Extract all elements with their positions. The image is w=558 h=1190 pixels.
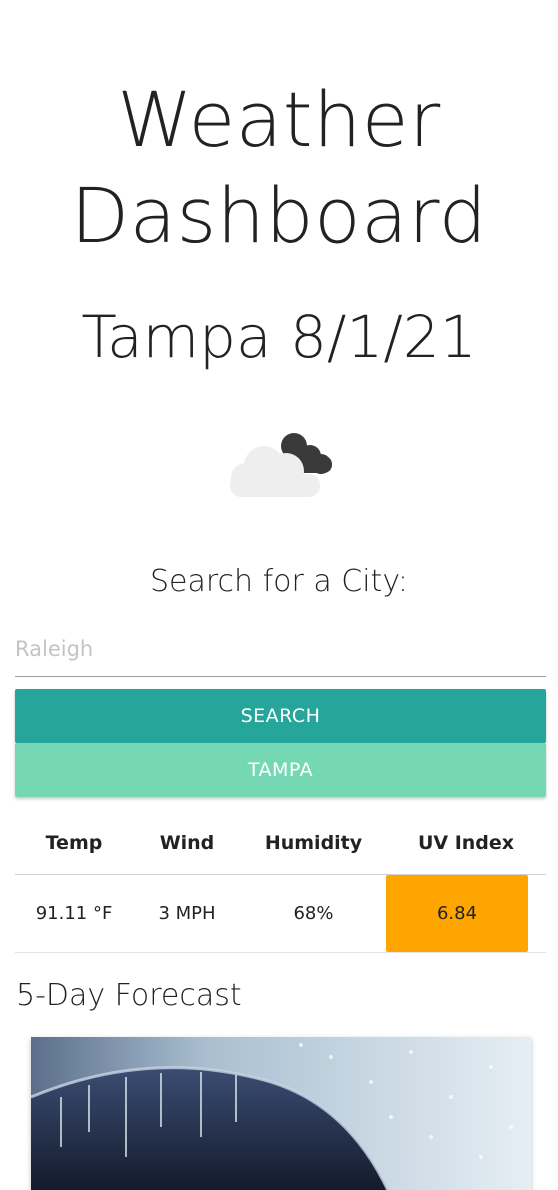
uv-index-cell: 6.84 xyxy=(386,874,546,953)
table-row: 91.11 °F 3 MPH 68% 6.84 xyxy=(15,874,546,953)
temp-header: Temp xyxy=(15,812,133,875)
humidity-value: 68% xyxy=(241,874,386,953)
weather-dashboard-page: Weather Dashboard Tampa 8/1/21 Search fo… xyxy=(0,0,558,1190)
forecast-card xyxy=(31,1037,531,1190)
uv-index-value: 6.84 xyxy=(436,902,478,924)
uv-index-badge: 6.84 xyxy=(386,874,528,952)
search-button[interactable]: SEARCH xyxy=(15,689,546,743)
forecast-heading: 5-Day Forecast xyxy=(16,978,242,1013)
city-search-input[interactable] xyxy=(15,622,546,677)
current-weather-table: Temp Wind Humidity UV Index 91.11 °F 3 M… xyxy=(15,812,546,953)
table-header-row: Temp Wind Humidity UV Index xyxy=(15,812,546,875)
temp-value: 91.11 °F xyxy=(15,874,133,953)
title-line-2: Dashboard xyxy=(70,171,488,260)
humidity-header: Humidity xyxy=(241,812,386,875)
page-title: Weather Dashboard xyxy=(0,72,558,264)
rain-umbrella-photo xyxy=(31,1037,531,1190)
city-date-heading: Tampa 8/1/21 xyxy=(81,303,477,371)
wind-header: Wind xyxy=(133,812,241,875)
clouds-icon xyxy=(224,426,336,502)
title-line-1: Weather xyxy=(117,75,441,164)
wind-value: 3 MPH xyxy=(133,874,241,953)
search-button-label: SEARCH xyxy=(240,705,321,727)
history-city-button[interactable]: TAMPA xyxy=(15,743,546,797)
uv-index-header: UV Index xyxy=(386,812,546,875)
history-city-label: TAMPA xyxy=(247,759,314,781)
search-label: Search for a City: xyxy=(149,564,409,599)
